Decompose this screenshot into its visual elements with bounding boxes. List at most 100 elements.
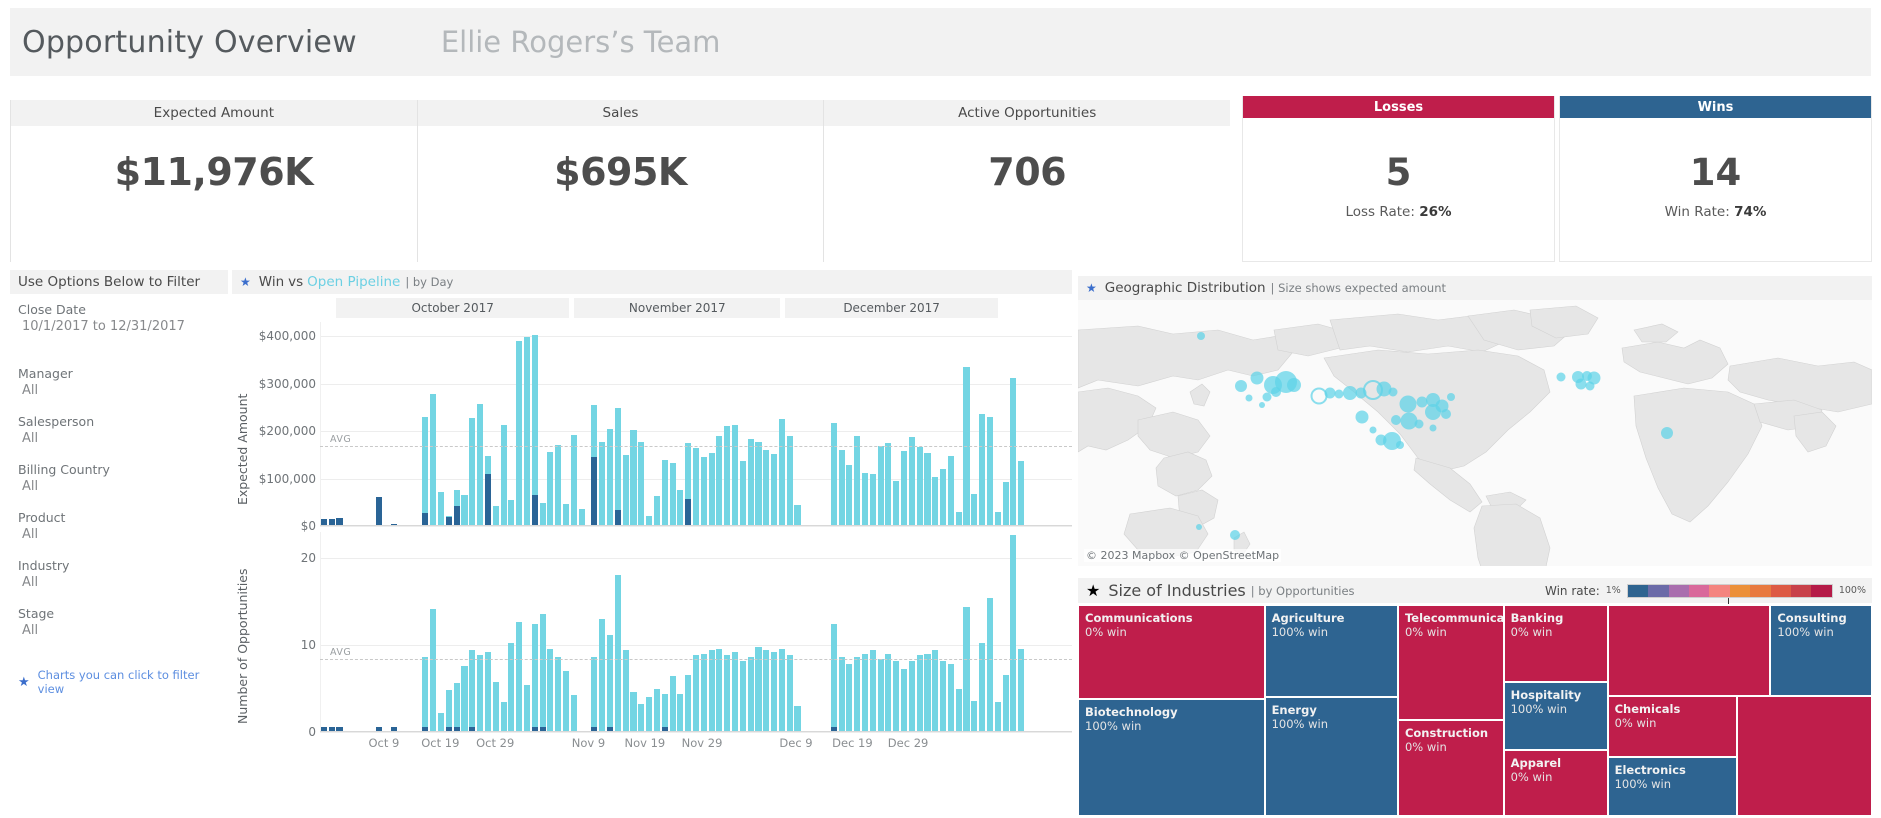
map-point[interactable] — [1556, 372, 1566, 382]
bar[interactable] — [591, 657, 598, 732]
bar[interactable] — [547, 648, 554, 732]
treemap-tile-communications[interactable]: Communications 0% win — [1078, 605, 1265, 699]
bar[interactable] — [794, 505, 801, 526]
bar[interactable] — [516, 340, 523, 526]
bar[interactable] — [492, 681, 499, 732]
bar[interactable] — [508, 643, 515, 732]
filter-billing-country[interactable]: Billing Country All — [10, 462, 228, 496]
kpi-card-1[interactable]: Sales $695K — [416, 100, 824, 262]
bar[interactable] — [453, 489, 460, 526]
bar[interactable] — [430, 608, 437, 732]
bar[interactable] — [838, 657, 845, 732]
bar[interactable] — [700, 456, 707, 526]
bar[interactable] — [994, 702, 1001, 732]
bar[interactable] — [531, 335, 538, 526]
opportunity-count-chart[interactable]: 0 10 20 Number of Opportunities AVG — [232, 532, 1072, 739]
bar[interactable] — [731, 425, 739, 526]
bar[interactable] — [669, 676, 676, 732]
bar[interactable] — [638, 704, 645, 732]
bar[interactable] — [739, 461, 746, 526]
bar[interactable] — [375, 496, 382, 526]
bar[interactable] — [523, 685, 530, 732]
bar[interactable] — [677, 489, 684, 526]
bar[interactable] — [570, 695, 577, 732]
month-header-0[interactable]: October 2017 — [336, 298, 570, 318]
bar[interactable] — [908, 660, 915, 732]
bar[interactable] — [692, 655, 700, 732]
bar[interactable] — [947, 455, 954, 526]
bar[interactable] — [614, 575, 621, 732]
map-point[interactable] — [1447, 393, 1456, 402]
filter-value[interactable]: 10/1/2017 to 12/31/2017 — [18, 318, 228, 336]
bar[interactable] — [469, 417, 476, 526]
bar[interactable] — [838, 450, 845, 526]
bar[interactable] — [430, 394, 437, 526]
bar[interactable] — [661, 693, 668, 732]
map-point[interactable] — [1414, 419, 1424, 429]
bar[interactable] — [685, 443, 692, 526]
bar[interactable] — [422, 657, 429, 732]
map-point[interactable] — [1270, 386, 1281, 397]
treemap-tile-agriculture[interactable]: Agriculture 100% win — [1264, 605, 1398, 698]
bar[interactable] — [846, 664, 853, 732]
treemap-tile-chemicals[interactable]: Chemicals 0% win — [1607, 695, 1738, 757]
bar[interactable] — [986, 598, 993, 732]
map-point[interactable] — [1395, 440, 1404, 449]
filter-value[interactable]: All — [18, 574, 228, 592]
filter-value[interactable]: All — [18, 382, 228, 400]
bar[interactable] — [555, 657, 562, 732]
filter-industry[interactable]: Industry All — [10, 558, 228, 592]
bar[interactable] — [771, 453, 778, 526]
bar[interactable] — [607, 429, 614, 526]
bar[interactable] — [854, 657, 861, 732]
treemap-tile-consulting[interactable]: Consulting 100% win — [1770, 605, 1872, 696]
bar[interactable] — [653, 495, 660, 526]
world-map[interactable]: © 2023 Mapbox © OpenStreetMap — [1078, 300, 1872, 566]
bar[interactable] — [861, 653, 869, 732]
bar[interactable] — [747, 438, 754, 526]
bar[interactable] — [539, 503, 546, 526]
bar[interactable] — [786, 655, 793, 732]
bar[interactable] — [893, 660, 900, 732]
filter-product[interactable]: Product All — [10, 510, 228, 544]
bar[interactable] — [916, 447, 923, 526]
map-point[interactable] — [1388, 387, 1398, 397]
filter-hint-label[interactable]: Charts you can click to filter view — [38, 668, 228, 696]
bar[interactable] — [901, 669, 908, 732]
bar[interactable] — [869, 650, 876, 732]
bar[interactable] — [932, 476, 939, 526]
map-point[interactable] — [1286, 378, 1301, 393]
treemap-tile-banking[interactable]: Banking 0% win — [1503, 605, 1608, 682]
map-point[interactable] — [1197, 331, 1206, 340]
treemap-tile-apparel[interactable]: Apparel 0% win — [1503, 749, 1608, 816]
bar[interactable] — [724, 655, 731, 732]
bar[interactable] — [1002, 482, 1009, 526]
bar[interactable] — [979, 414, 986, 526]
bar[interactable] — [477, 655, 484, 732]
bar[interactable] — [599, 441, 606, 526]
treemap-tile-unlabeled-9[interactable] — [1607, 605, 1771, 696]
treemap-tile-construction[interactable]: Construction 0% win — [1397, 719, 1504, 816]
map-point[interactable] — [1429, 424, 1437, 432]
bar[interactable] — [531, 624, 538, 732]
bar[interactable] — [622, 454, 629, 526]
map-point[interactable] — [1262, 392, 1272, 402]
bar[interactable] — [578, 508, 585, 526]
map-point[interactable] — [1259, 402, 1266, 409]
filter-value[interactable]: All — [18, 526, 228, 544]
bar[interactable] — [885, 653, 892, 732]
bar[interactable] — [492, 506, 499, 526]
bar[interactable] — [614, 408, 621, 526]
bar[interactable] — [708, 650, 715, 732]
bar[interactable] — [778, 648, 785, 732]
bar[interactable] — [438, 712, 445, 732]
bar[interactable] — [1002, 674, 1009, 732]
bar[interactable] — [924, 653, 931, 732]
kpi-card-2[interactable]: Active Opportunities 706 — [823, 100, 1231, 262]
bar[interactable] — [1018, 648, 1025, 732]
outcome-card-wins[interactable]: Wins 14 Win Rate: 74% — [1559, 96, 1872, 262]
bar[interactable] — [653, 688, 660, 732]
month-header-1[interactable]: November 2017 — [574, 298, 781, 318]
map-point[interactable] — [1195, 524, 1202, 531]
bar[interactable] — [932, 650, 939, 732]
